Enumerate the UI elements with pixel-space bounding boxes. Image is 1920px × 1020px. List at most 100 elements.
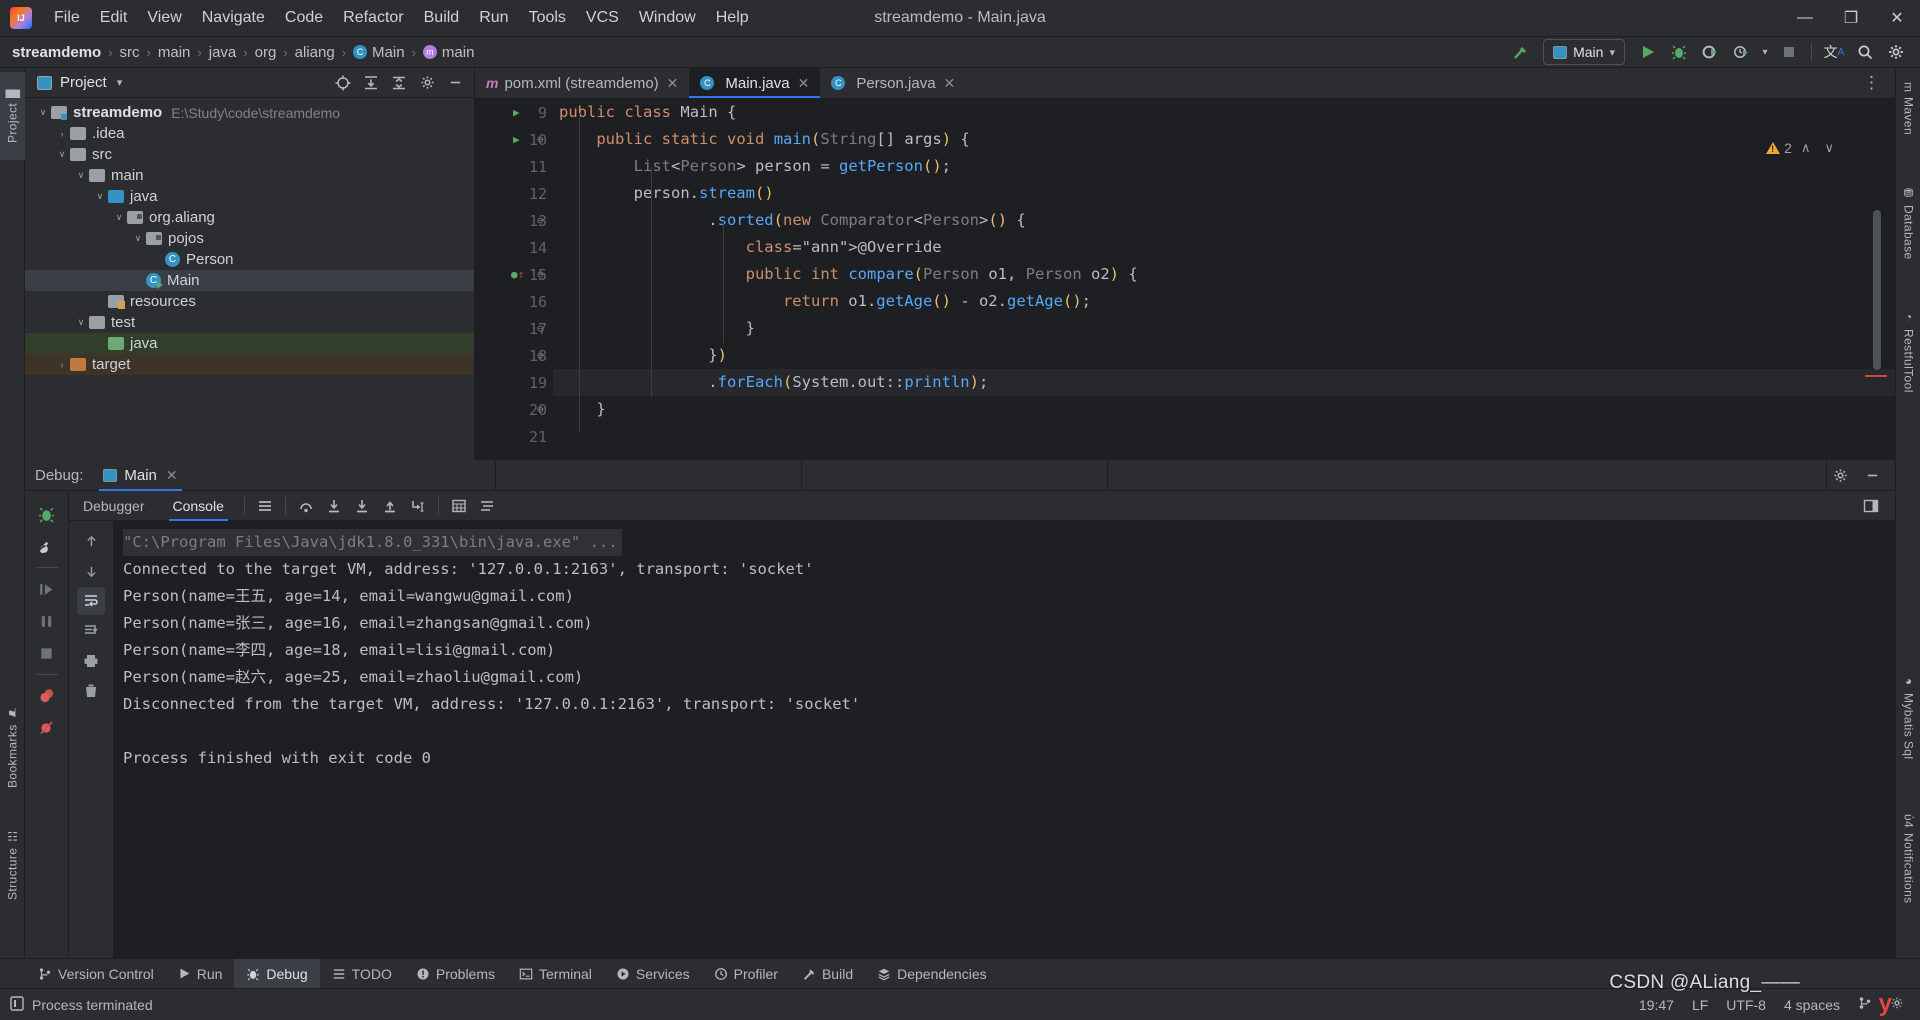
- code-line-11[interactable]: List<Person> person = getPerson();: [553, 153, 1895, 180]
- tool-strip-notifications[interactable]: ὑ4 Notifications: [1896, 808, 1920, 952]
- scroll-down-icon[interactable]: [77, 557, 105, 585]
- close-icon[interactable]: ✕: [944, 75, 956, 92]
- translate-icon[interactable]: 文A: [1820, 39, 1848, 65]
- code-editor[interactable]: ▶ 9 ▶ ⊖ 10 11 12 ⊖ 13 14 ●↑ ⊖ 15 16 ⊖ 17 ⊖ 18 19 ⊖ 20 21 publ…: [475, 99, 1895, 460]
- evaluate-expression-icon[interactable]: [445, 494, 473, 518]
- scroll-to-end-icon[interactable]: [77, 617, 105, 645]
- tool-strip-restfultool[interactable]: ◔ RestfulTool: [1896, 304, 1920, 442]
- hide-panel-icon[interactable]: [442, 71, 468, 95]
- tool-strip-mybatis-sql[interactable]: ◕ Mybatis Sql: [1896, 668, 1920, 798]
- inspection-status-widget[interactable]: 2 ∧ ∨: [1766, 140, 1839, 156]
- menu-run[interactable]: Run: [469, 5, 518, 31]
- editor-scrollbar-thumb[interactable]: [1873, 210, 1881, 370]
- pause-program-icon[interactable]: [32, 606, 62, 636]
- line-separator-widget[interactable]: LF: [1692, 997, 1708, 1013]
- gutter-line-9[interactable]: ▶ 9: [475, 99, 553, 126]
- menu-refactor[interactable]: Refactor: [333, 5, 413, 31]
- gutter-line-16[interactable]: 16: [475, 288, 553, 315]
- menu-code[interactable]: Code: [275, 5, 333, 31]
- run-configuration-selector[interactable]: Main ▾: [1543, 39, 1625, 65]
- bottom-tool-terminal[interactable]: Terminal: [507, 959, 604, 989]
- bottom-tool-profiler[interactable]: Profiler: [702, 959, 790, 989]
- fold-toggle-icon[interactable]: ⊖: [537, 214, 544, 227]
- tool-strip-structure[interactable]: Structure ☷: [0, 812, 25, 916]
- tree-node--idea[interactable]: › .idea: [25, 123, 474, 144]
- override-gutter-icon[interactable]: ●↑: [511, 268, 524, 281]
- gutter-line-13[interactable]: ⊖ 13: [475, 207, 553, 234]
- chevron-right-icon[interactable]: ›: [54, 129, 70, 139]
- layout-settings-icon[interactable]: [1857, 494, 1885, 518]
- code-line-17[interactable]: }: [553, 315, 1895, 342]
- tree-node-main[interactable]: ∨ main: [25, 165, 474, 186]
- tree-node-test[interactable]: ∨ test: [25, 312, 474, 333]
- tree-node-person[interactable]: ›Person: [25, 249, 474, 270]
- close-button[interactable]: ✕: [1874, 0, 1920, 36]
- fold-toggle-icon[interactable]: ⊖: [537, 268, 544, 281]
- tool-strip-project[interactable]: Project █: [0, 72, 25, 160]
- code-line-13[interactable]: .sorted(new Comparator<Person>() {: [553, 207, 1895, 234]
- debug-subtab-console[interactable]: Console: [159, 491, 238, 521]
- encoding-widget[interactable]: UTF-8: [1726, 997, 1766, 1013]
- gutter-line-15[interactable]: ●↑ ⊖ 15: [475, 261, 553, 288]
- gutter-line-19[interactable]: 19: [475, 369, 553, 396]
- editor-tab-main-java[interactable]: Main.java ✕: [689, 68, 821, 98]
- bottom-tool-dependencies[interactable]: Dependencies: [865, 959, 999, 989]
- menu-vcs[interactable]: VCS: [576, 5, 629, 31]
- code-line-19[interactable]: .forEach(System.out::println);: [553, 369, 1895, 396]
- clear-all-icon[interactable]: [77, 677, 105, 705]
- minimize-button[interactable]: —: [1782, 0, 1828, 36]
- soft-wrap-icon[interactable]: [77, 587, 105, 615]
- run-button[interactable]: [1634, 39, 1662, 65]
- close-icon[interactable]: ✕: [798, 75, 810, 92]
- menu-build[interactable]: Build: [414, 5, 470, 31]
- bottom-tool-problems[interactable]: Problems: [404, 959, 507, 989]
- code-line-21[interactable]: [553, 423, 1895, 450]
- menu-tools[interactable]: Tools: [519, 5, 576, 31]
- code-line-10[interactable]: public static void main(String[] args) {: [553, 126, 1895, 153]
- chevron-down-icon[interactable]: ∨: [73, 317, 89, 328]
- chevron-down-icon[interactable]: ∨: [92, 191, 108, 202]
- gutter-line-18[interactable]: ⊖ 18: [475, 342, 553, 369]
- console-output[interactable]: "C:\Program Files\Java\jdk1.8.0_331\bin\…: [113, 521, 1895, 978]
- bottom-tool-todo[interactable]: TODO: [320, 959, 404, 989]
- close-icon[interactable]: ✕: [667, 75, 679, 92]
- tool-strip-maven[interactable]: m Maven: [1896, 76, 1920, 172]
- chevron-down-icon[interactable]: ∨: [54, 149, 70, 160]
- tool-strip-bookmarks[interactable]: Bookmarks ⚑: [0, 688, 25, 804]
- force-step-into-icon[interactable]: [348, 494, 376, 518]
- tree-node-resources[interactable]: ›resources: [25, 291, 474, 312]
- print-icon[interactable]: [77, 647, 105, 675]
- tree-node-target[interactable]: › target: [25, 354, 474, 375]
- debug-subtab-debugger[interactable]: Debugger: [69, 491, 159, 521]
- tree-node-src[interactable]: ∨ src: [25, 144, 474, 165]
- maximize-button[interactable]: ❐: [1828, 0, 1874, 36]
- collapse-all-icon[interactable]: [386, 71, 412, 95]
- hide-debug-panel-icon[interactable]: [1859, 463, 1885, 487]
- tree-node-java[interactable]: ∨ java: [25, 186, 474, 207]
- show-toolbar-icon[interactable]: [251, 494, 279, 518]
- build-hammer-icon[interactable]: [1506, 39, 1534, 65]
- debug-bug-icon[interactable]: [32, 499, 62, 529]
- run-gutter-icon[interactable]: ▶: [513, 133, 520, 146]
- branch-icon[interactable]: [1858, 996, 1872, 1013]
- breadcrumb-item-streamdemo[interactable]: streamdemo: [12, 44, 101, 61]
- mute-breakpoints-icon[interactable]: [32, 713, 62, 743]
- editor-tab-person-java[interactable]: Person.java ✕: [820, 68, 966, 98]
- gutter-line-20[interactable]: ⊖ 20: [475, 396, 553, 423]
- step-over-icon[interactable]: [292, 494, 320, 518]
- breadcrumb-item-org[interactable]: org: [255, 44, 277, 61]
- fold-toggle-icon[interactable]: ⊖: [537, 322, 544, 335]
- menu-help[interactable]: Help: [706, 5, 759, 31]
- chevron-down-icon[interactable]: ∨: [130, 233, 146, 244]
- bottom-tool-debug[interactable]: Debug: [234, 958, 320, 989]
- bottom-tool-build[interactable]: Build: [790, 959, 865, 989]
- code-line-20[interactable]: }: [553, 396, 1895, 423]
- indent-widget[interactable]: 4 spaces: [1784, 997, 1840, 1013]
- panel-settings-icon[interactable]: [414, 71, 440, 95]
- breadcrumb-item-aliang[interactable]: aliang: [295, 44, 335, 61]
- code-line-12[interactable]: person.stream(): [553, 180, 1895, 207]
- breadcrumb-item-java[interactable]: java: [209, 44, 237, 61]
- bottom-tool-version-control[interactable]: Version Control: [26, 959, 166, 989]
- editor-gutter[interactable]: ▶ 9 ▶ ⊖ 10 11 12 ⊖ 13 14 ●↑ ⊖ 15 16 ⊖ 17 ⊖ 18 19 ⊖ 20 21: [475, 99, 553, 460]
- breadcrumb-item-main[interactable]: main: [422, 44, 474, 61]
